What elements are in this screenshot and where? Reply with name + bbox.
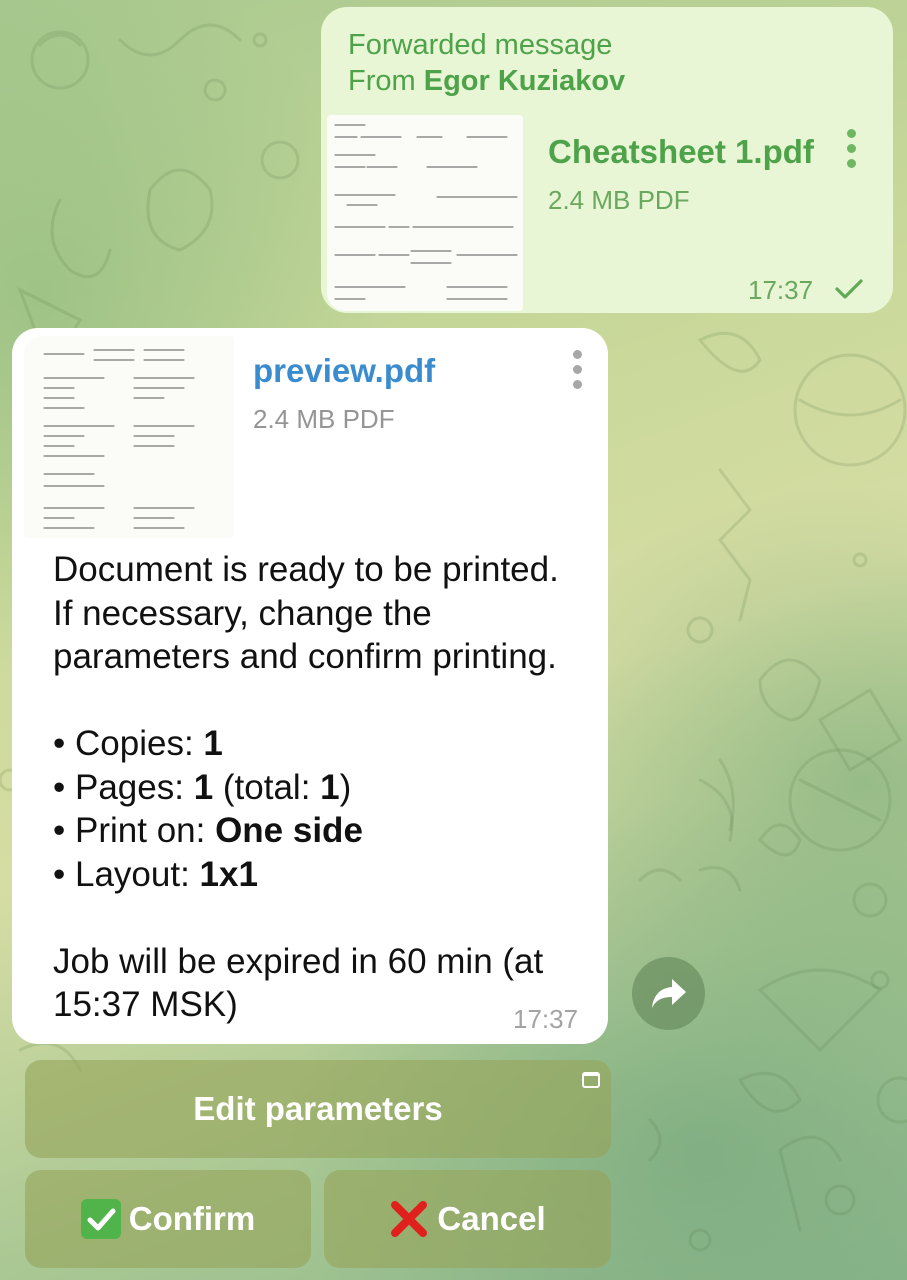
document-thumbnail[interactable] — [327, 115, 523, 311]
param-layout: • Layout: 1x1 — [53, 854, 258, 894]
cancel-button[interactable]: Cancel — [324, 1170, 611, 1268]
param-copies: • Copies: 1 — [53, 724, 223, 763]
web-app-icon — [582, 1072, 600, 1088]
param-pages: • Pages: 1 (total: 1) — [53, 767, 352, 807]
edit-parameters-button[interactable]: Edit parameters — [25, 1060, 611, 1158]
more-options-icon[interactable] — [573, 350, 585, 395]
more-options-icon[interactable] — [847, 129, 859, 174]
forwarded-from: From Egor Kuziakov — [348, 63, 625, 99]
text-line: parameters and confirm printing. — [53, 637, 557, 676]
message-time: 17:37 — [513, 1004, 579, 1034]
document-file-name[interactable]: Cheatsheet 1.pdf — [548, 133, 814, 171]
message-text: Document is ready to be printed. If nece… — [53, 548, 601, 1027]
forwarded-sender-name[interactable]: Egor Kuziakov — [424, 65, 625, 97]
forwarded-message-bubble[interactable]: Forwarded message From Egor Kuziakov Che… — [321, 7, 893, 313]
share-arrow-icon — [652, 979, 686, 1008]
text-line: Document is ready to be printed. — [53, 550, 559, 589]
document-file-size: 2.4 MB PDF — [548, 185, 690, 215]
forward-share-button[interactable] — [632, 957, 705, 1030]
edit-parameters-label: Edit parameters — [193, 1090, 443, 1127]
bot-message-bubble[interactable]: preview.pdf 2.4 MB PDF Document is ready… — [12, 328, 608, 1044]
preview-file-name[interactable]: preview.pdf — [253, 352, 435, 390]
preview-file-size: 2.4 MB PDF — [253, 404, 395, 434]
expiry-line: Job will be expired in 60 min (at — [53, 941, 544, 981]
forwarded-from-prefix: From — [348, 65, 416, 97]
confirm-label: Confirm — [128, 1200, 256, 1237]
confirm-button[interactable]: Confirm — [25, 1170, 311, 1268]
cross-mark-emoji-icon — [389, 1199, 429, 1239]
check-mark-emoji-icon — [80, 1199, 121, 1239]
check-icon — [835, 279, 863, 299]
forwarded-header: Forwarded message From Egor Kuziakov — [348, 27, 625, 99]
text-line: If necessary, change the — [53, 593, 432, 633]
message-time: 17:37 — [748, 275, 814, 305]
preview-thumbnail[interactable] — [24, 336, 234, 538]
forwarded-label: Forwarded message — [348, 29, 613, 61]
cancel-label: Cancel — [437, 1200, 546, 1237]
param-print-on: • Print on: One side — [53, 811, 363, 850]
